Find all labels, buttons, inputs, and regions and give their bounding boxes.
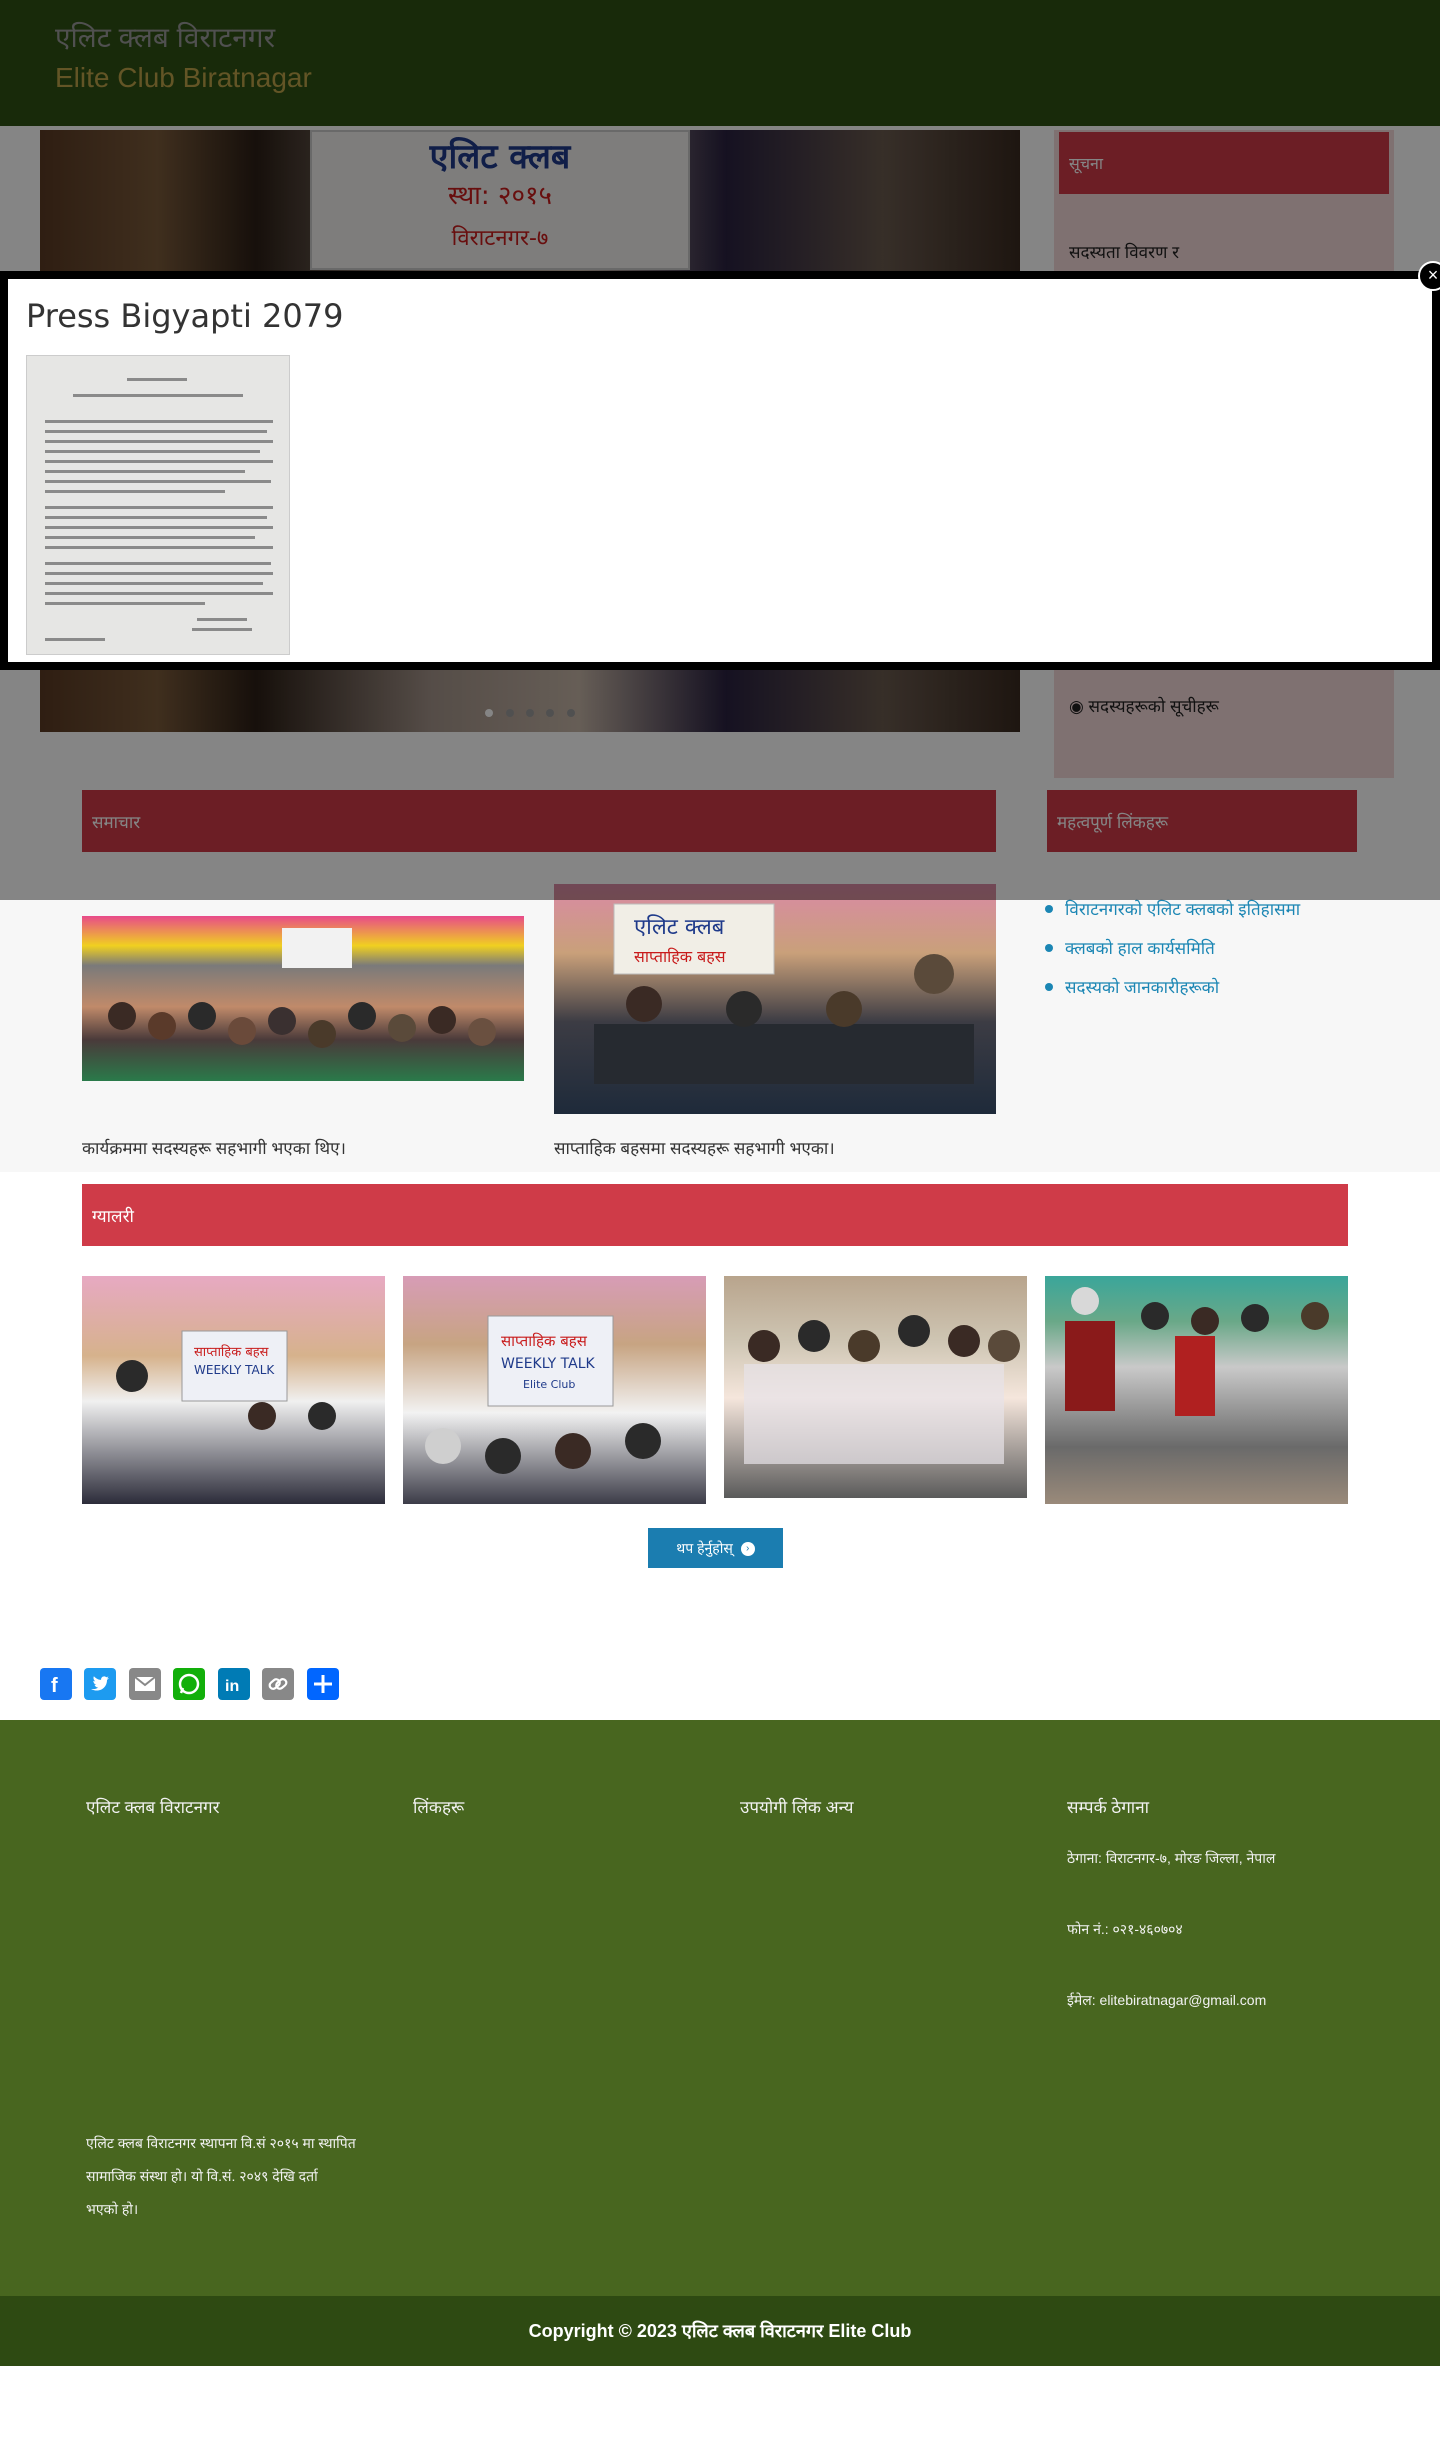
- footer-about-line: एलिट क्लब विराटनगर स्थापना वि.सं २०१५ मा…: [86, 2135, 356, 2151]
- gallery-image[interactable]: साप्ताहिक बहस WEEKLY TALK: [82, 1276, 385, 1504]
- footer-email-link[interactable]: elitebiratnagar@gmail.com: [1100, 1992, 1267, 2008]
- svg-text:Elite Club: Elite Club: [523, 1378, 575, 1391]
- svg-text:f: f: [51, 1675, 58, 1697]
- linkedin-icon[interactable]: in: [217, 1668, 250, 1700]
- footer-col-title: लिंकहरू: [413, 1798, 465, 1817]
- footer-col-title: उपयोगी लिंक अन्य: [740, 1798, 854, 1817]
- footer-address: ठेगाना: विराटनगर-७, मोरङ जिल्ला, नेपाल: [1067, 1850, 1276, 1866]
- svg-text:in: in: [225, 1678, 239, 1695]
- more-button-label: थप हेर्नुहोस्: [676, 1540, 733, 1556]
- share-plus-icon[interactable]: [306, 1668, 339, 1700]
- copy-link-icon[interactable]: [262, 1668, 295, 1700]
- gallery-image[interactable]: साप्ताहिक बहस WEEKLY TALK Elite Club: [403, 1276, 706, 1504]
- footer-col-title: एलिट क्लब विराटनगर: [86, 1798, 220, 1817]
- lightbox-modal: Press Bigyapti 2079 ×: [0, 261, 1440, 670]
- footer-phone: फोन नं.: ०२१-४६०७०४: [1067, 1921, 1183, 1937]
- gallery-image[interactable]: [1045, 1276, 1348, 1504]
- quick-links-list: विराटनगरको एलिट क्लबको इतिहासमा क्लबको ह…: [1045, 890, 1385, 1007]
- lightbox-content: Press Bigyapti 2079: [8, 279, 1432, 662]
- quick-link-item[interactable]: सदस्यको जानकारीहरूको: [1045, 968, 1385, 1007]
- meeting-crowd-graphic: [108, 928, 496, 1048]
- gallery-photo-graphic: साप्ताहिक बहस WEEKLY TALK: [116, 1330, 336, 1430]
- svg-text:एलिट क्लब: एलिट क्लब: [634, 914, 725, 940]
- twitter-icon[interactable]: [84, 1668, 117, 1700]
- footer-col-title: सम्पर्क ठेगाना: [1067, 1798, 1150, 1817]
- copyright-bar: Copyright © 2023 एलिट क्लब विराटनगर Elit…: [0, 2296, 1440, 2366]
- svg-text:साप्ताहिक बहस: साप्ताहिक बहस: [634, 947, 727, 966]
- footer-email-row: ईमेल: elitebiratnagar@gmail.com: [1067, 1991, 1266, 2010]
- gallery-photo-graphic: [1065, 1287, 1329, 1416]
- gallery-more-button[interactable]: थप हेर्नुहोस् ›: [648, 1528, 783, 1568]
- share-buttons: f in: [40, 1668, 347, 1700]
- gallery-heading: ग्यालरी: [82, 1184, 1348, 1246]
- facebook-icon[interactable]: f: [40, 1668, 72, 1700]
- footer-about-line: सामाजिक संस्था हो। यो वि.सं. २०४९ देखि द…: [86, 2168, 318, 2184]
- svg-text:WEEKLY TALK: WEEKLY TALK: [501, 1356, 595, 1372]
- news-title[interactable]: साप्ताहिक बहसमा सदस्यहरू सहभागी भएका।: [554, 1136, 835, 1159]
- arrow-right-circle-icon: ›: [740, 1542, 755, 1557]
- news-image-meeting[interactable]: [82, 916, 524, 1081]
- svg-text:साप्ताहिक बहस: साप्ताहिक बहस: [194, 1344, 269, 1360]
- email-icon[interactable]: [128, 1668, 161, 1700]
- svg-text:साप्ताहिक बहस: साप्ताहिक बहस: [501, 1332, 588, 1350]
- footer-email-label: ईमेल:: [1067, 1992, 1096, 2008]
- whatsapp-icon[interactable]: [173, 1668, 206, 1700]
- press-release-document-image[interactable]: [26, 355, 290, 655]
- modal-close-button[interactable]: ×: [1418, 261, 1440, 291]
- quick-link-item[interactable]: क्लबको हाल कार्यसमिति: [1045, 929, 1385, 968]
- news-title[interactable]: कार्यक्रममा सदस्यहरू सहभागी भएका थिए।: [82, 1136, 346, 1159]
- gallery-photo-graphic: साप्ताहिक बहस WEEKLY TALK Elite Club: [425, 1315, 661, 1474]
- modal-title: Press Bigyapti 2079: [26, 297, 344, 335]
- gallery-image[interactable]: [724, 1276, 1027, 1498]
- gallery-photo-graphic: [744, 1315, 1020, 1464]
- weekly-talk-graphic: एलिट क्लब साप्ताहिक बहस: [594, 903, 974, 1084]
- svg-text:WEEKLY TALK: WEEKLY TALK: [194, 1363, 275, 1377]
- news-image-weekly-talk[interactable]: एलिट क्लब साप्ताहिक बहस: [554, 884, 996, 1114]
- footer-about-line: भएको हो।: [86, 2201, 139, 2217]
